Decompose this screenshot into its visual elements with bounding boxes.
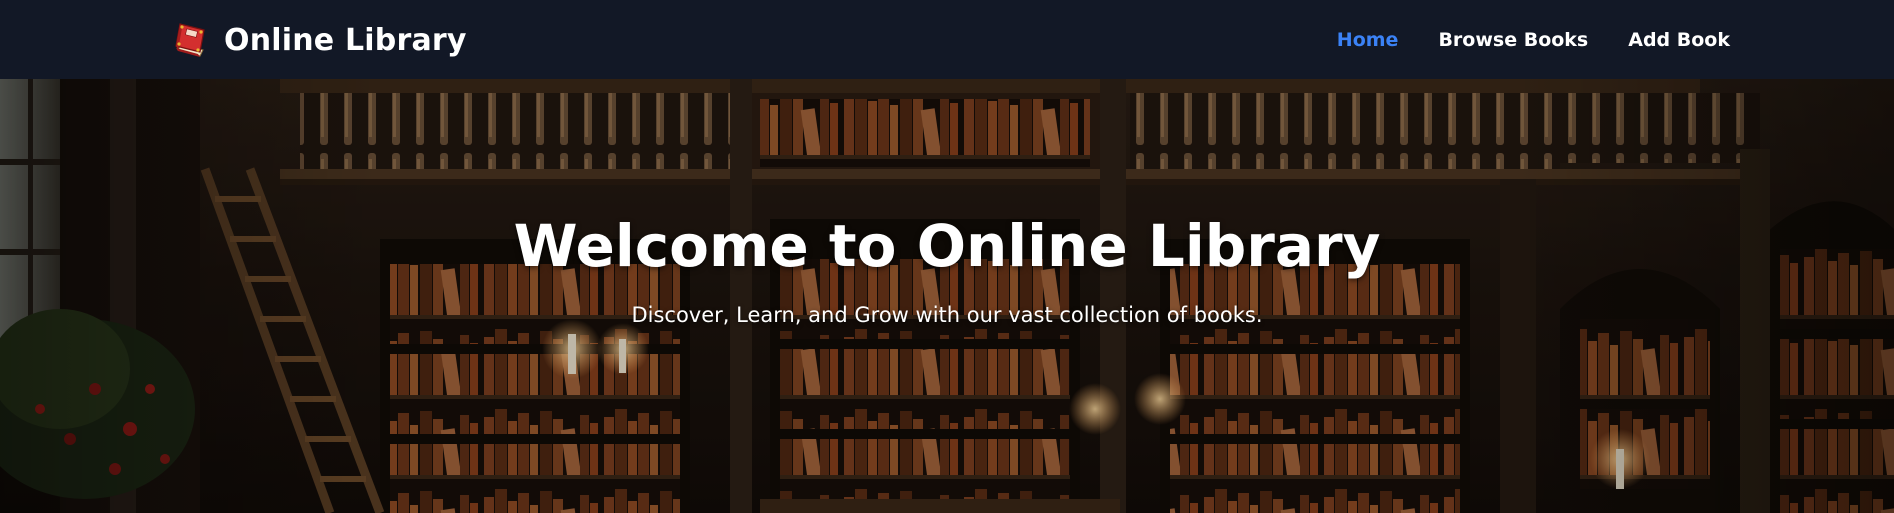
navbar: Online Library Home Browse Books Add Boo… <box>0 0 1894 79</box>
brand-title: Online Library <box>224 22 467 58</box>
hero-subtitle: Discover, Learn, and Grow with our vast … <box>631 303 1263 327</box>
hero-section: Welcome to Online Library Discover, Lear… <box>0 79 1894 513</box>
nav-link-home[interactable]: Home <box>1337 29 1399 51</box>
hero-content: Welcome to Online Library Discover, Lear… <box>0 79 1894 513</box>
nav-link-browse-books[interactable]: Browse Books <box>1438 29 1588 51</box>
brand-logo-link[interactable]: Online Library <box>170 18 467 62</box>
red-book-icon <box>175 23 205 57</box>
nav-link-add-book[interactable]: Add Book <box>1628 29 1730 51</box>
main-nav: Home Browse Books Add Book <box>1337 0 1730 79</box>
hero-title: Welcome to Online Library <box>513 212 1381 280</box>
